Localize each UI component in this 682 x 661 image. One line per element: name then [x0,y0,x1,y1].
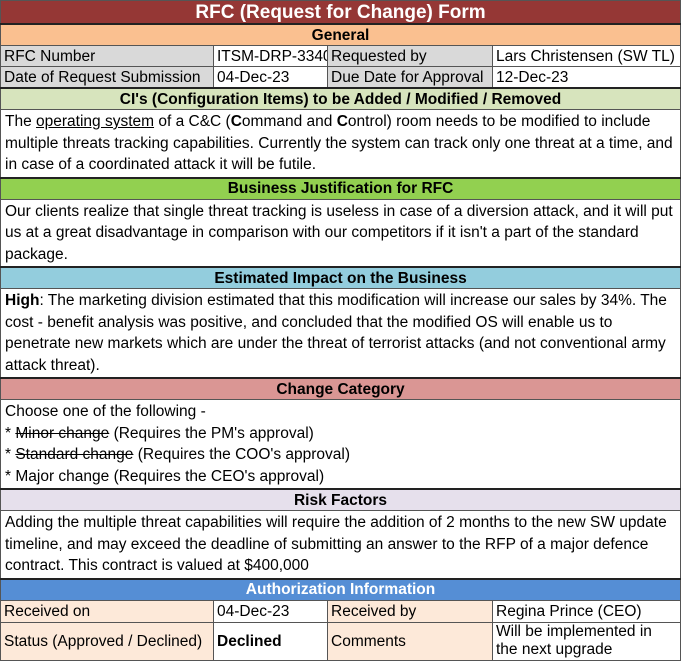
requested-by-label: Requested by [327,45,493,67]
form-title: RFC (Request for Change) Form [0,0,682,25]
section-header-ci: CI's (Configuration Items) to be Added /… [0,87,682,110]
auth-row-1: Received on 04-Dec-23 Received by Regina… [0,599,682,623]
ci-text-mid2: ommand and [241,113,337,130]
submission-date-value[interactable]: 04-Dec-23 [213,66,328,89]
option-name: Major change [15,467,110,485]
received-on-value[interactable]: 04-Dec-23 [213,599,328,623]
option-name: Minor change [15,424,110,442]
option-note: (Requires the CEO's approval) [109,467,325,485]
bullet: * [5,446,16,463]
bullet: * [5,467,16,485]
ci-text-prefix: The [5,113,37,130]
change-option-standard[interactable]: * Standard change (Requires the COO's ap… [5,444,676,466]
section-header-change-category: Change Category [0,377,682,400]
change-category-intro: Choose one of the following - [5,403,206,420]
section-header-business: Business Justification for RFC [0,176,682,200]
section-header-risk: Risk Factors [0,488,682,511]
business-justification-text[interactable]: Our clients realize that single threat t… [0,198,682,268]
option-note: (Requires the COO's approval) [133,446,351,463]
received-by-label: Received by [327,599,493,623]
rfc-number-value[interactable]: ITSM-DRP-3340 [213,45,328,67]
submission-date-label: Date of Request Submission [0,66,214,89]
due-date-value[interactable]: 12-Dec-23 [491,66,682,89]
received-by-value[interactable]: Regina Prince (CEO) [491,599,682,623]
bullet: * [5,424,16,442]
status-value[interactable]: Declined [213,621,328,661]
requested-by-value[interactable]: Lars Christensen (SW TL) [491,45,682,67]
section-header-authorization: Authorization Information [0,577,682,601]
impact-text[interactable]: High: The marketing division estimated t… [0,288,682,379]
ci-bold-c2: C [336,113,348,130]
due-date-label: Due Date for Approval [327,66,493,89]
change-option-minor[interactable]: * Minor change (Requires the PM's approv… [5,423,676,445]
option-note: (Requires the PM's approval) [109,424,314,442]
option-name: Standard change [15,446,134,463]
ci-text-underlined: operating system [36,113,155,130]
change-option-major[interactable]: * Major change (Requires the CEO's appro… [5,466,676,488]
risk-factors-text[interactable]: Adding the multiple threat capabilities … [0,510,682,579]
status-label: Status (Approved / Declined) [0,621,214,661]
section-header-impact: Estimated Impact on the Business [0,266,682,289]
impact-description: : The marketing division estimated that … [5,292,667,374]
received-on-label: Received on [0,599,214,623]
auth-row-2: Status (Approved / Declined) Declined Co… [0,621,682,661]
impact-level: High [5,292,40,309]
general-row-2: Date of Request Submission 04-Dec-23 Due… [0,66,682,89]
rfc-form: RFC (Request for Change) Form General RF… [0,0,682,661]
comments-label: Comments [327,621,493,661]
ci-bold-c1: C [230,113,242,130]
ci-description[interactable]: The operating system of a C&C (Command a… [0,109,682,178]
comments-value[interactable]: Will be implemented in the next upgrade [491,621,682,661]
change-category-content[interactable]: Choose one of the following - * Minor ch… [0,399,682,490]
ci-text-mid1: of a C&C ( [154,113,231,130]
rfc-number-label: RFC Number [0,45,214,67]
section-header-general: General [0,23,682,46]
general-row-1: RFC Number ITSM-DRP-3340 Requested by La… [0,45,682,67]
